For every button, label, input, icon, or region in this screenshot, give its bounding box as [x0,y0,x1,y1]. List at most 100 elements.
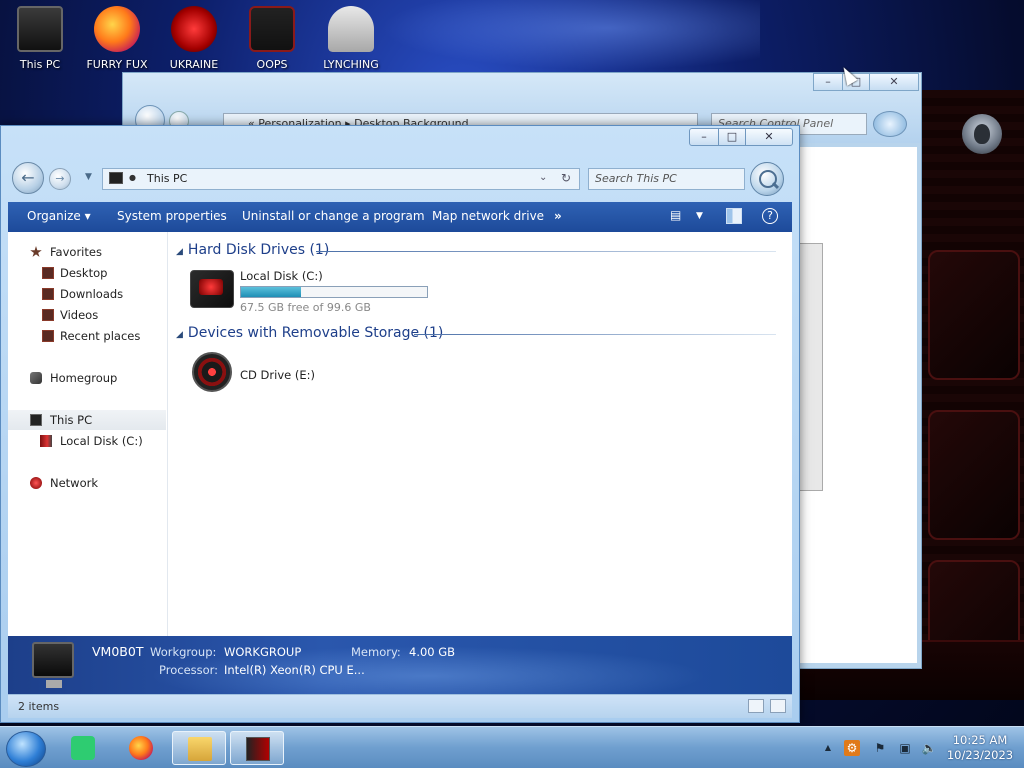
nav-item-network[interactable]: Network [8,473,166,493]
desktop-icon-this-pc[interactable]: This PC [0,6,80,71]
nav-item-label: Downloads [60,287,124,301]
disk-usage-fill [241,287,301,297]
explorer-client-area: Favorites Desktop Downloads Videos Recen… [8,232,792,636]
uninstall-program-button[interactable]: Uninstall or change a program [242,209,425,223]
star-icon [30,246,42,257]
taskbar-app-system[interactable] [230,731,284,765]
taskbar-app-chat[interactable] [56,731,110,765]
workgroup-label: Workgroup: [150,645,217,659]
details-pane: VM0B0T Workgroup: WORKGROUP Memory: 4.00… [8,636,792,694]
group-header-hard-disk[interactable]: ◢ Hard Disk Drives (1) [176,242,329,258]
disk-usage-bar [240,286,428,298]
organize-button[interactable]: Organize ▾ [27,209,91,223]
breadcrumb-separator-icon[interactable]: ● [129,173,136,182]
action-center-flag-icon[interactable]: ⚑ [872,740,888,756]
app-tray-icon[interactable]: ⚙ [844,740,860,756]
nav-item-desktop[interactable]: Desktop [8,263,166,283]
wallpaper-block [928,410,1020,540]
maximize-button[interactable]: □ [718,128,746,146]
downloads-folder-icon [42,288,54,300]
desktop-icon-ukraine[interactable]: UKRAINE [154,6,234,71]
view-dropdown-icon[interactable]: ▼ [696,211,703,221]
taskbar-clock[interactable]: 10:25 AM 10/23/2023 [940,733,1020,763]
nav-item-favorites[interactable]: Favorites [8,242,166,262]
cd-drive-label[interactable]: CD Drive (E:) [240,368,315,382]
taskbar-app-explorer[interactable] [172,731,226,765]
network-status-icon[interactable]: ▣ [897,740,913,756]
taskbar-app-firefox[interactable] [114,731,168,765]
firefox-icon [129,736,153,760]
radiation-icon [171,6,217,52]
show-hidden-icons-button[interactable]: ▲ [820,740,836,756]
recent-pages-dropdown-icon[interactable]: ▼ [85,172,92,182]
hard-drive-icon[interactable] [190,270,234,308]
close-button[interactable]: ✕ [869,73,919,91]
recent-places-icon [42,330,54,342]
desktop-icon-label: This PC [19,58,61,71]
start-button[interactable] [6,731,46,767]
processor-label: Processor: [159,663,219,677]
group-header-removable[interactable]: ◢ Devices with Removable Storage (1) [176,325,443,341]
system-properties-button[interactable]: System properties [117,209,227,223]
wallpaper-glow [380,0,760,70]
shortcut-icon [328,6,374,52]
desktop-icon-furry-fux[interactable]: FURRY FUX [77,6,157,71]
hard-drive-icon [40,435,52,447]
nav-item-label: Recent places [60,329,141,343]
computer-icon [32,642,74,688]
computer-icon [30,414,42,426]
desktop-icon-label: OOPS [256,58,288,71]
back-button[interactable]: ← [12,162,44,194]
item-count: 2 items [18,700,60,713]
desktop-icon-label: UKRAINE [169,58,219,71]
breadcrumb-this-pc[interactable]: This PC [147,172,187,185]
minimize-button[interactable]: – [689,128,719,146]
chat-app-icon [71,736,95,760]
shortcut-icon [249,6,295,52]
nav-item-homegroup[interactable]: Homegroup [8,368,166,388]
more-commands-button[interactable]: » [554,209,562,223]
nav-item-label: Desktop [60,266,108,280]
address-bar[interactable]: ● This PC ⌄ ↻ [102,168,580,190]
minimize-button[interactable]: – [813,73,843,91]
forward-button[interactable]: → [49,168,71,190]
collapse-arrow-icon[interactable]: ◢ [176,330,183,340]
map-network-drive-button[interactable]: Map network drive [432,209,544,223]
computer-name: VM0B0T [92,644,144,659]
desktop-icon-oops[interactable]: OOPS [232,6,312,71]
nav-item-recent-places[interactable]: Recent places [8,326,166,346]
cd-drive-icon[interactable] [192,352,232,392]
navigation-pane: Favorites Desktop Downloads Videos Recen… [8,232,168,636]
nav-item-label: Videos [60,308,99,322]
local-disk-label[interactable]: Local Disk (C:) [240,269,323,283]
search-icon[interactable] [750,162,784,196]
search-input[interactable]: Search This PC [588,168,745,190]
close-button[interactable]: ✕ [745,128,793,146]
window-titlebar[interactable]: – □ ✕ [1,126,799,152]
taskbar: ▲ ⚙ ⚑ ▣ 🔈 10:25 AM 10/23/2023 [0,726,1024,768]
view-options-icon[interactable]: ▤ [670,208,681,222]
nav-item-label: Favorites [50,245,102,259]
preview-pane-icon[interactable] [726,208,742,224]
desktop-icon-lynching[interactable]: LYNCHING [311,6,391,71]
collapse-arrow-icon[interactable]: ◢ [176,247,183,257]
details-view-icon[interactable] [748,699,764,713]
nav-item-downloads[interactable]: Downloads [8,284,166,304]
volume-icon[interactable]: 🔈 [921,740,937,756]
memory-label: Memory: [351,645,401,659]
nav-item-this-pc[interactable]: This PC [8,410,166,430]
wallpaper-red-panel [920,90,1024,700]
desktop-icon-label: FURRY FUX [86,58,148,71]
nav-item-local-disk[interactable]: Local Disk (C:) [8,431,166,451]
chevron-down-icon[interactable]: ⌄ [539,172,547,183]
disk-free-space: 67.5 GB free of 99.6 GB [240,301,371,314]
workgroup-value: WORKGROUP [224,645,302,659]
help-icon[interactable]: ? [762,208,778,224]
nav-item-label: Homegroup [50,371,118,385]
nav-item-videos[interactable]: Videos [8,305,166,325]
explorer-window[interactable]: – □ ✕ ← → ▼ ● This PC ⌄ ↻ Search This PC… [0,125,800,723]
refresh-icon[interactable]: ↻ [561,171,571,185]
globe-icon [873,111,907,137]
content-pane: ◢ Hard Disk Drives (1) Local Disk (C:) 67… [168,232,792,636]
large-icons-view-icon[interactable] [770,699,786,713]
